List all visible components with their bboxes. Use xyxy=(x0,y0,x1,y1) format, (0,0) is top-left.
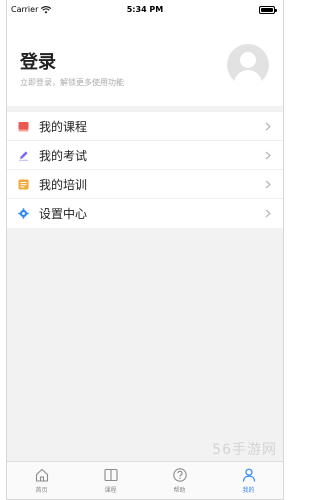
tab-mine[interactable]: 我的 xyxy=(214,462,283,499)
tab-label: 我的 xyxy=(242,487,255,494)
status-time: 5:34 PM xyxy=(126,5,164,14)
watermark: 56手游网 xyxy=(212,442,277,458)
tab-label: 课程 xyxy=(104,487,117,494)
menu-item-label: 我的课程 xyxy=(39,120,88,134)
battery-icon xyxy=(259,6,277,14)
chevron-right-icon xyxy=(265,180,271,189)
tab-bar: 首页 课程 帮助 我的 xyxy=(7,461,283,499)
menu-item-training[interactable]: 我的培训 xyxy=(7,170,283,199)
help-icon xyxy=(172,468,187,482)
tab-label: 首页 xyxy=(35,487,48,494)
tab-help[interactable]: 帮助 xyxy=(145,462,214,499)
training-icon xyxy=(18,179,29,190)
chevron-right-icon xyxy=(265,209,271,218)
pencil-icon xyxy=(19,151,28,161)
login-subtitle: 立即登录，解锁更多使用功能 xyxy=(20,78,124,87)
menu-item-settings[interactable]: 设置中心 xyxy=(7,199,283,228)
app-screen: Carrier 5:34 PM 登录 立即登录，解锁更多使用功能 我的课程 我的… xyxy=(6,0,284,500)
tab-courses[interactable]: 课程 xyxy=(76,462,145,499)
person-icon xyxy=(242,468,255,482)
login-title[interactable]: 登录 xyxy=(20,48,56,74)
tab-label: 帮助 xyxy=(173,487,186,494)
menu-item-label: 我的考试 xyxy=(39,149,88,163)
book-icon xyxy=(18,122,29,132)
menu-item-label: 我的培训 xyxy=(39,178,88,192)
course-book-icon xyxy=(103,468,118,482)
chevron-right-icon xyxy=(265,151,271,160)
chevron-right-icon xyxy=(265,122,271,131)
avatar[interactable] xyxy=(227,44,269,86)
gear-icon xyxy=(18,208,29,219)
profile-header[interactable]: 登录 立即登录，解锁更多使用功能 xyxy=(7,22,283,106)
avatar-body xyxy=(234,70,262,86)
menu-item-exams[interactable]: 我的考试 xyxy=(7,141,283,170)
menu-list: 我的课程 我的考试 我的培训 设置中心 xyxy=(7,112,283,228)
menu-item-label: 设置中心 xyxy=(39,207,88,221)
menu-item-courses[interactable]: 我的课程 xyxy=(7,112,283,141)
avatar-head xyxy=(240,52,256,68)
home-icon xyxy=(35,468,48,482)
status-bar: Carrier 5:34 PM xyxy=(7,0,283,22)
tab-home[interactable]: 首页 xyxy=(7,462,76,499)
